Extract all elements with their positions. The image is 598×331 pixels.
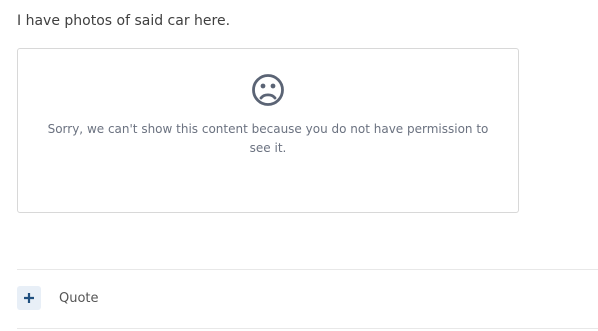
post-text: I have photos of said car here. xyxy=(17,13,231,29)
quote-action[interactable]: Quote xyxy=(17,286,99,310)
divider xyxy=(17,269,598,270)
sad-face-icon xyxy=(252,74,284,106)
restricted-content-box: Sorry, we can't show this content becaus… xyxy=(17,48,519,213)
add-quote-button[interactable] xyxy=(17,286,41,310)
divider xyxy=(17,328,598,329)
plus-icon xyxy=(24,293,34,303)
quote-link[interactable]: Quote xyxy=(59,291,99,306)
permission-message: Sorry, we can't show this content becaus… xyxy=(47,122,489,155)
